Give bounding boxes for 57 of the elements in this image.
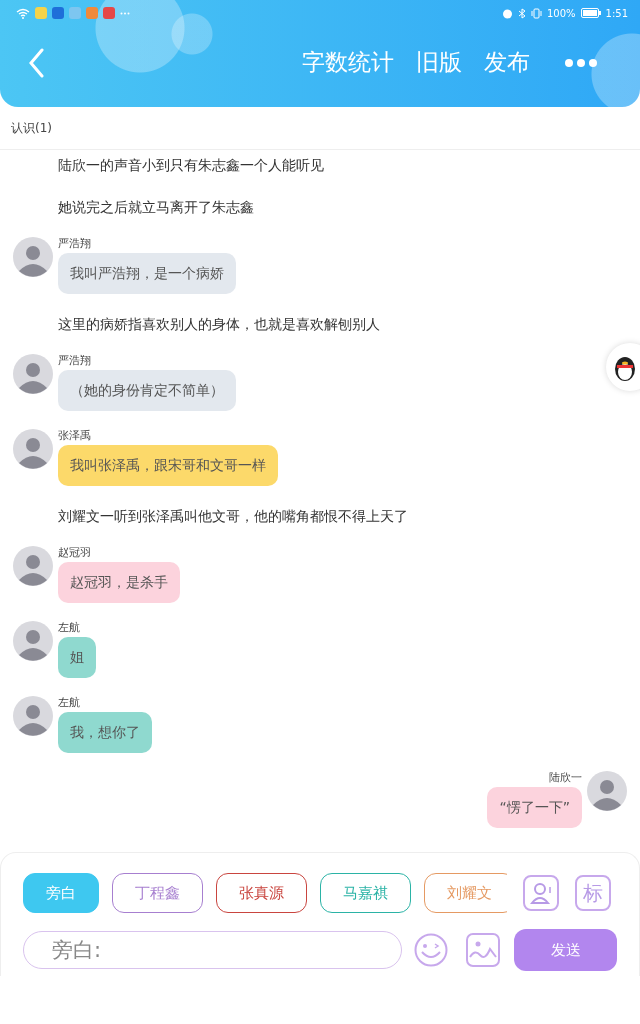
app-notification-icon — [35, 7, 47, 19]
message-input[interactable]: 旁白: — [23, 931, 402, 969]
sender-name: 张泽禹 — [58, 429, 91, 443]
character-chip[interactable]: 张真源 — [216, 873, 307, 913]
sender-name: 赵冠羽 — [58, 546, 91, 560]
sender-name: 陆欣一 — [549, 771, 582, 785]
header-action[interactable]: 旧版 — [416, 47, 462, 78]
app-notification-icon — [69, 7, 81, 19]
sender-name: 严浩翔 — [58, 237, 91, 251]
vibrate-icon — [530, 7, 542, 19]
battery-icon — [580, 8, 601, 18]
avatar-icon — [587, 771, 627, 811]
message-bubble: 我，想你了 — [58, 712, 152, 753]
avatar-icon — [13, 696, 53, 736]
avatar-icon — [13, 621, 53, 661]
message-bubble: “愣了一下” — [487, 787, 582, 828]
app-notification-icon — [103, 7, 115, 19]
message-bubble: 姐 — [58, 637, 96, 678]
narration-text: 她说完之后就立马离开了朱志鑫 — [57, 198, 255, 217]
message-bubble: （她的身份肯定不简单） — [58, 370, 236, 411]
app-notification-icon — [52, 7, 64, 19]
person-icon — [530, 881, 552, 905]
character-chip[interactable]: 丁程鑫 — [112, 873, 203, 913]
character-chip[interactable]: 马嘉祺 — [320, 873, 411, 913]
image-icon[interactable] — [466, 933, 500, 967]
more-icon[interactable] — [564, 57, 598, 68]
floating-button[interactable] — [606, 343, 640, 391]
narration-text: 陆欣一的声音小到只有朱志鑫一个人能听见 — [57, 156, 325, 175]
avatar-icon — [13, 237, 53, 277]
sender-name: 左航 — [58, 696, 80, 710]
send-button[interactable]: 发送 — [514, 929, 617, 971]
header-action[interactable]: 发布 — [484, 47, 530, 78]
battery-percent: 100% — [546, 7, 576, 19]
avatar-icon — [13, 429, 53, 469]
header-action[interactable]: 字数统计 — [302, 47, 394, 78]
avatar-icon — [13, 546, 53, 586]
narration-text: 这里的病娇指喜欢别人的身体，也就是喜欢解刨别人 — [57, 315, 381, 334]
app-notification-icon — [86, 7, 98, 19]
wifi-icon — [16, 7, 30, 19]
message-bubble: 赵冠羽，是杀手 — [58, 562, 180, 603]
contact-card-button[interactable] — [523, 875, 559, 911]
more-notifications-icon — [120, 11, 130, 15]
message-bubble: 我叫张泽禹，跟宋哥和文哥一样 — [58, 445, 278, 486]
smiley-icon[interactable] — [414, 933, 448, 967]
narration-text: 刘耀文一听到张泽禹叫他文哥，他的嘴角都恨不得上天了 — [57, 507, 409, 526]
clock-time: 1:51 — [605, 7, 628, 19]
bluetooth-icon — [517, 7, 526, 19]
sender-name: 严浩翔 — [58, 354, 91, 368]
alarm-icon — [501, 7, 513, 19]
character-chip[interactable]: 旁白 — [23, 873, 99, 913]
back-icon[interactable] — [28, 47, 44, 78]
avatar-icon — [13, 354, 53, 394]
tag-button[interactable]: 标 — [575, 875, 611, 911]
message-bubble: 我叫严浩翔，是一个病娇 — [58, 253, 236, 294]
character-chip[interactable]: 刘耀文 — [424, 873, 507, 913]
sender-name: 左航 — [58, 621, 80, 635]
chat-title: 认识(1) — [11, 119, 52, 137]
